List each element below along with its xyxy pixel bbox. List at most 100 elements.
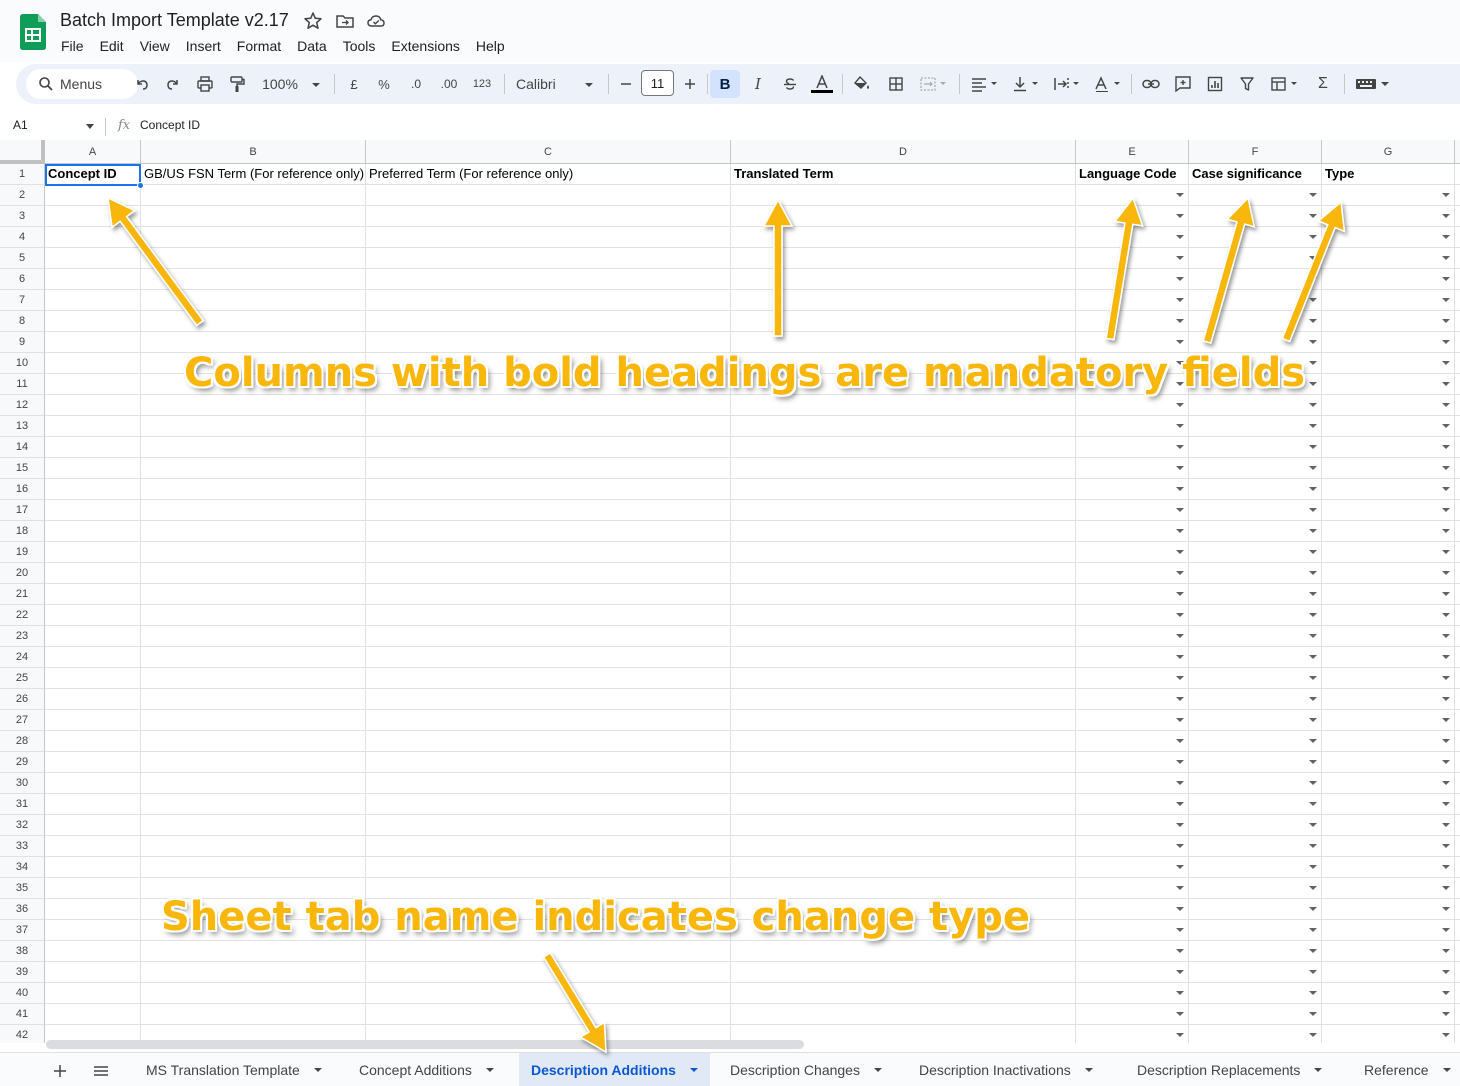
cell[interactable]: [45, 206, 141, 227]
row-header[interactable]: 42: [0, 1025, 45, 1043]
cell[interactable]: [1189, 605, 1322, 626]
row-header[interactable]: 12: [0, 395, 45, 416]
dropdown-chevron-icon[interactable]: [1309, 277, 1317, 281]
cell[interactable]: [1322, 458, 1455, 479]
menu-help[interactable]: Help: [476, 37, 513, 55]
cell[interactable]: [1189, 1025, 1322, 1043]
cell[interactable]: [141, 458, 366, 479]
row-header[interactable]: 6: [0, 269, 45, 290]
dropdown-chevron-icon[interactable]: [1176, 970, 1184, 974]
dropdown-chevron-icon[interactable]: [1309, 634, 1317, 638]
row-header[interactable]: 10: [0, 353, 45, 374]
cell[interactable]: [141, 962, 366, 983]
dropdown-chevron-icon[interactable]: [1176, 1012, 1184, 1016]
cell[interactable]: [1189, 584, 1322, 605]
row-header[interactable]: 5: [0, 248, 45, 269]
cell[interactable]: [731, 836, 1076, 857]
cell[interactable]: [1076, 710, 1189, 731]
dropdown-chevron-icon[interactable]: [1176, 445, 1184, 449]
zoom-select[interactable]: 100%: [258, 72, 302, 96]
cell[interactable]: [1455, 1004, 1460, 1025]
cell[interactable]: [45, 710, 141, 731]
dropdown-chevron-icon[interactable]: [1309, 319, 1317, 323]
cell[interactable]: [141, 689, 366, 710]
row-header[interactable]: 22: [0, 605, 45, 626]
cell[interactable]: [141, 563, 366, 584]
cell[interactable]: [1189, 227, 1322, 248]
row-header[interactable]: 33: [0, 836, 45, 857]
dropdown-chevron-icon[interactable]: [1442, 676, 1450, 680]
cell[interactable]: [141, 626, 366, 647]
row-header[interactable]: 1: [0, 164, 45, 185]
row-header[interactable]: 24: [0, 647, 45, 668]
cell[interactable]: [366, 983, 731, 1004]
cell[interactable]: [45, 920, 141, 941]
dropdown-chevron-icon[interactable]: [1442, 235, 1450, 239]
dropdown-chevron-icon[interactable]: [1442, 529, 1450, 533]
cell[interactable]: [1076, 395, 1189, 416]
cell[interactable]: [45, 731, 141, 752]
cell[interactable]: [1455, 584, 1460, 605]
cell[interactable]: [1189, 290, 1322, 311]
cell[interactable]: [1189, 1004, 1322, 1025]
cell[interactable]: [1455, 731, 1460, 752]
cell[interactable]: [366, 773, 731, 794]
increase-decimal-button[interactable]: .00: [436, 72, 462, 96]
cell[interactable]: [1455, 794, 1460, 815]
row-header[interactable]: 41: [0, 1004, 45, 1025]
cell[interactable]: [45, 647, 141, 668]
cell[interactable]: [1189, 458, 1322, 479]
cell[interactable]: [1455, 899, 1460, 920]
dropdown-chevron-icon[interactable]: [1442, 1012, 1450, 1016]
sheet-tab-chevron-down-icon[interactable]: [485, 1068, 494, 1072]
dropdown-chevron-icon[interactable]: [1176, 991, 1184, 995]
cell[interactable]: [1076, 1004, 1189, 1025]
cell[interactable]: [1455, 185, 1460, 206]
cell[interactable]: [45, 1004, 141, 1025]
cell[interactable]: [1076, 878, 1189, 899]
dropdown-chevron-icon[interactable]: [1309, 1012, 1317, 1016]
cell[interactable]: [1455, 206, 1460, 227]
cell[interactable]: [1076, 479, 1189, 500]
cell[interactable]: [1455, 668, 1460, 689]
cell[interactable]: [1322, 752, 1455, 773]
dropdown-chevron-icon[interactable]: [1309, 865, 1317, 869]
cell[interactable]: [731, 962, 1076, 983]
cell[interactable]: [1455, 521, 1460, 542]
cell[interactable]: [45, 542, 141, 563]
cell[interactable]: [1076, 227, 1189, 248]
header-cell-f[interactable]: Case significance: [1189, 164, 1322, 185]
move-folder-icon[interactable]: [335, 11, 355, 31]
cell[interactable]: [1076, 962, 1189, 983]
cell[interactable]: [1322, 794, 1455, 815]
dropdown-chevron-icon[interactable]: [1442, 466, 1450, 470]
cell[interactable]: [1076, 542, 1189, 563]
cell[interactable]: [731, 605, 1076, 626]
cell[interactable]: [1455, 311, 1460, 332]
column-header-f[interactable]: F: [1189, 140, 1322, 164]
cell[interactable]: [366, 395, 731, 416]
dropdown-chevron-icon[interactable]: [1442, 634, 1450, 638]
row-header[interactable]: 8: [0, 311, 45, 332]
dropdown-chevron-icon[interactable]: [1309, 760, 1317, 764]
cell[interactable]: [1322, 878, 1455, 899]
dropdown-chevron-icon[interactable]: [1309, 991, 1317, 995]
cell[interactable]: [1455, 374, 1460, 395]
menu-extensions[interactable]: Extensions: [391, 37, 467, 55]
cell[interactable]: [1076, 857, 1189, 878]
cell[interactable]: [141, 983, 366, 1004]
cell[interactable]: [1322, 437, 1455, 458]
dropdown-chevron-icon[interactable]: [1309, 823, 1317, 827]
cell[interactable]: [1322, 710, 1455, 731]
cell[interactable]: [1189, 185, 1322, 206]
dropdown-chevron-icon[interactable]: [1309, 550, 1317, 554]
cell[interactable]: [1455, 983, 1460, 1004]
sheet-tab-chevron-down-icon[interactable]: [1442, 1068, 1451, 1072]
cell[interactable]: [1322, 731, 1455, 752]
cell[interactable]: [45, 668, 141, 689]
dropdown-chevron-icon[interactable]: [1309, 382, 1317, 386]
cell[interactable]: [45, 290, 141, 311]
cell[interactable]: [45, 563, 141, 584]
cell[interactable]: [1322, 290, 1455, 311]
dropdown-chevron-icon[interactable]: [1309, 739, 1317, 743]
